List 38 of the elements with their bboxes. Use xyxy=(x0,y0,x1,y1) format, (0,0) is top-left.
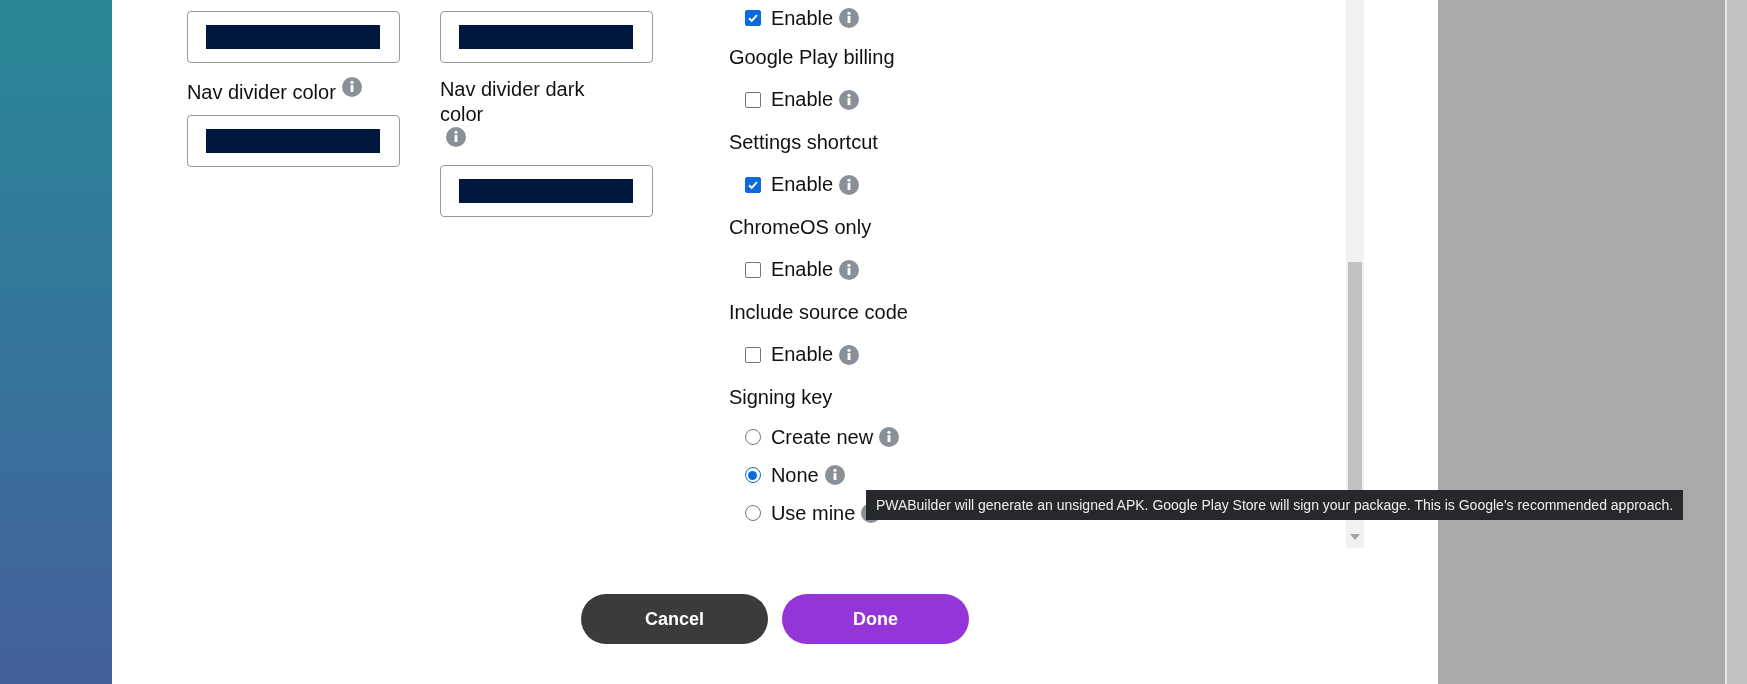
option-label: Enable xyxy=(770,258,834,281)
option-label: Enable xyxy=(770,88,834,111)
section-heading: Include source code xyxy=(728,300,908,325)
info-icon[interactable] xyxy=(341,77,362,97)
color-picker-field[interactable] xyxy=(439,165,653,217)
field-label: Nav divider color xyxy=(186,80,336,105)
checkbox[interactable] xyxy=(744,176,761,193)
scroll-down-icon[interactable] xyxy=(1350,534,1361,540)
option-label: None xyxy=(770,463,819,487)
info-icon[interactable] xyxy=(445,127,466,147)
option-label: Enable xyxy=(770,343,834,366)
checkbox[interactable] xyxy=(744,346,761,363)
section-heading: Settings shortcut xyxy=(728,130,879,155)
option-label: Enable xyxy=(770,6,834,30)
info-icon[interactable] xyxy=(839,8,860,28)
info-icon[interactable] xyxy=(839,259,860,280)
info-icon[interactable] xyxy=(839,89,860,110)
tooltip: PWABuilder will generate an unsigned APK. Google Play Store will sign your package. This is Google's recommended approach. xyxy=(865,490,1684,520)
info-icon[interactable] xyxy=(839,174,860,195)
color-picker-field[interactable] xyxy=(186,115,400,167)
section-heading: Google Play billing xyxy=(728,45,896,70)
checkbox[interactable] xyxy=(744,91,761,108)
info-icon[interactable] xyxy=(839,344,860,365)
info-icon[interactable] xyxy=(824,465,845,485)
section-heading: ChromeOS only xyxy=(728,215,873,240)
color-picker-field[interactable] xyxy=(439,11,653,63)
option-label: Enable xyxy=(770,173,834,196)
done-button[interactable]: Done xyxy=(782,594,970,644)
section-heading: Signing key xyxy=(728,385,834,410)
option-label: Use mine xyxy=(770,501,856,525)
checkbox[interactable] xyxy=(744,10,761,26)
info-icon[interactable] xyxy=(879,427,900,447)
scrollbar[interactable] xyxy=(1725,0,1747,684)
option-label: Create new xyxy=(770,425,874,449)
cancel-button[interactable]: Cancel xyxy=(581,594,769,644)
color-picker-field[interactable] xyxy=(186,11,400,63)
field-label: Nav divider dark color xyxy=(439,77,586,127)
checkbox[interactable] xyxy=(744,261,761,278)
